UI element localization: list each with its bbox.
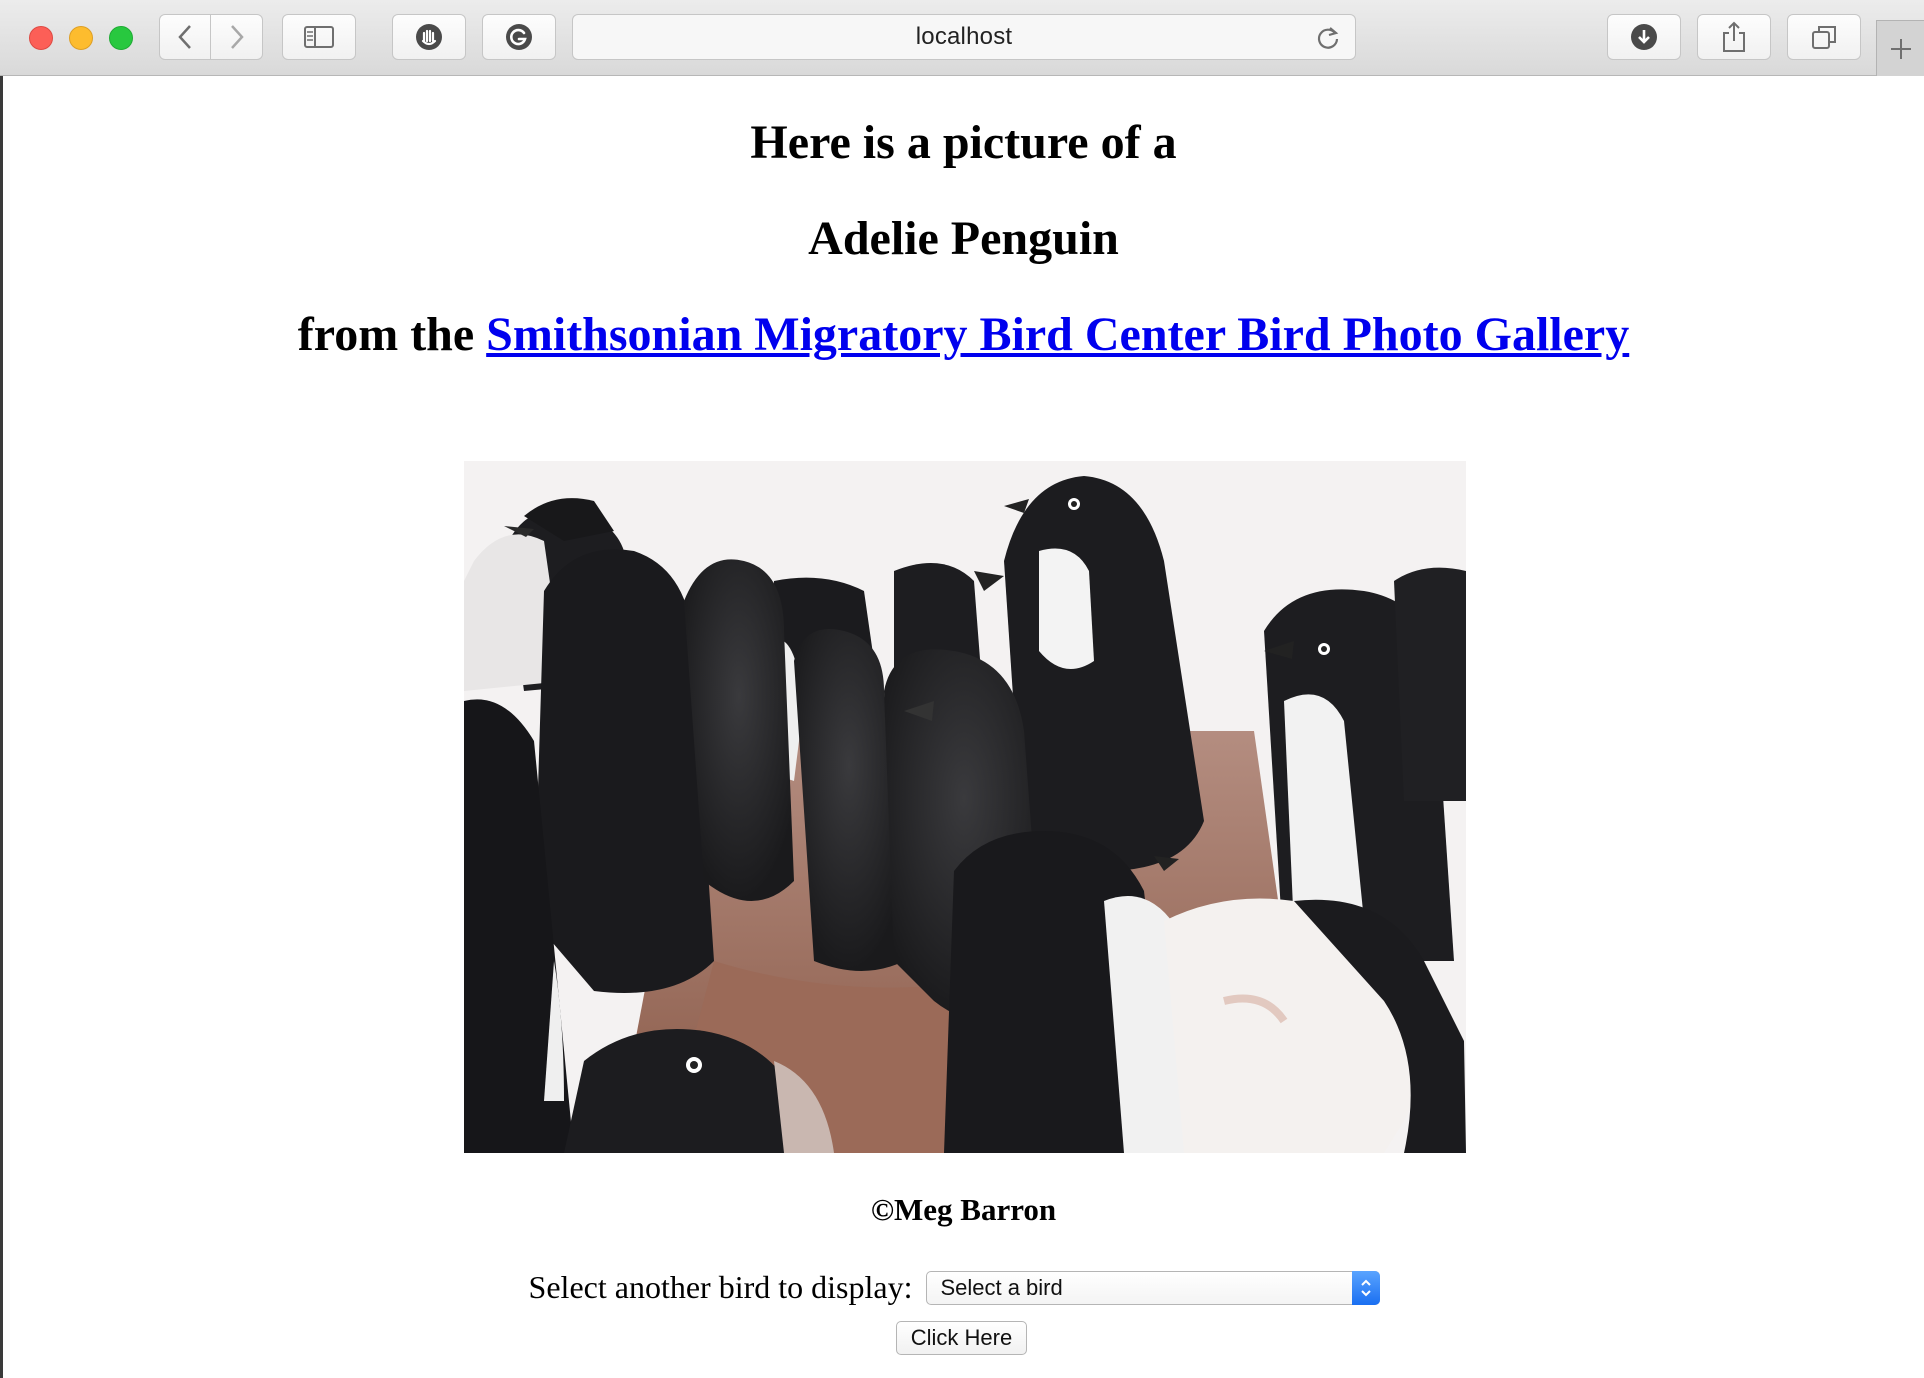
heading-intro: Here is a picture of a — [750, 116, 1177, 169]
bird-photo — [464, 401, 1466, 1153]
forward-button[interactable] — [211, 14, 263, 60]
submit-row: Click Here — [3, 1321, 1924, 1355]
bird-select-value: Select a bird — [940, 1274, 1063, 1300]
click-here-button[interactable]: Click Here — [895, 1321, 1028, 1355]
chevron-right-icon — [230, 25, 244, 49]
select-arrows-icon — [1352, 1270, 1381, 1305]
download-icon — [1631, 24, 1657, 50]
minimize-window-button[interactable] — [69, 26, 93, 50]
browser-toolbar: localhost — [0, 0, 1924, 76]
heading-source-prefix: from the — [297, 308, 475, 361]
heading-source: from the Smithsonian Migratory Bird Cent… — [3, 307, 1924, 362]
tabs-icon — [1812, 26, 1836, 49]
photo-credit: ©Meg Barron — [870, 1192, 1057, 1227]
chevron-left-icon — [178, 25, 191, 49]
penguin-image — [464, 401, 1466, 1153]
close-window-button[interactable] — [29, 26, 53, 50]
address-text: localhost — [915, 23, 1013, 50]
reload-icon[interactable] — [1315, 25, 1341, 51]
downloads-button[interactable] — [1607, 14, 1681, 60]
bird-select-row: Select another bird to display: Select a… — [3, 1269, 1924, 1306]
new-tab-button[interactable] — [1876, 20, 1924, 76]
tab-overview-button[interactable] — [1787, 14, 1861, 60]
zoom-window-button[interactable] — [109, 26, 133, 50]
sidebar-button[interactable] — [282, 14, 356, 60]
sidebar-icon — [304, 26, 334, 48]
gallery-link[interactable]: Smithsonian Migratory Bird Center Bird P… — [486, 308, 1629, 361]
grammarly-icon — [506, 24, 532, 50]
extension-button-2[interactable] — [482, 14, 556, 60]
bird-select[interactable]: Select a bird — [926, 1270, 1381, 1305]
extension-button-1[interactable] — [392, 14, 466, 60]
share-icon — [1723, 21, 1745, 52]
address-bar[interactable]: localhost — [572, 14, 1356, 60]
back-button[interactable] — [159, 14, 211, 60]
plus-icon — [1890, 38, 1911, 59]
web-page: Here is a picture of a Adelie Penguin fr… — [3, 77, 1924, 1378]
hand-stop-icon — [416, 24, 442, 50]
share-button[interactable] — [1697, 14, 1771, 60]
bird-name-heading: Adelie Penguin — [808, 212, 1119, 265]
select-label: Select another bird to display: — [528, 1269, 913, 1305]
